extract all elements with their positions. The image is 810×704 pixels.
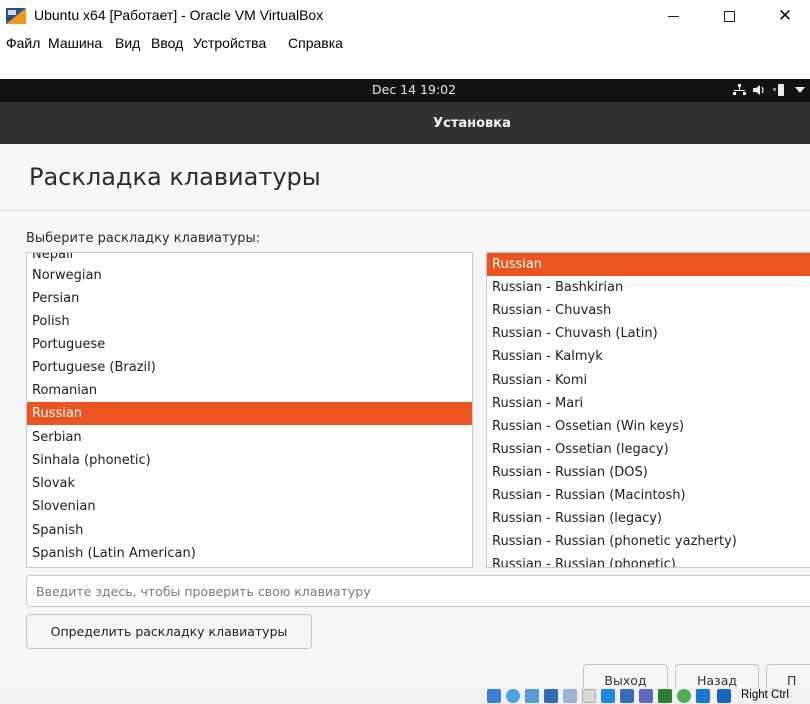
variant-list[interactable]: Russian Russian - Bashkirian Russian - C… <box>486 252 810 568</box>
layout-item[interactable]: Norwegian <box>27 264 472 287</box>
shared-folders-icon[interactable] <box>582 689 596 703</box>
variant-item[interactable]: Russian - Chuvash <box>487 299 810 322</box>
network-adapter-icon[interactable] <box>544 689 558 703</box>
variant-item[interactable]: Russian - Ossetian (Win keys) <box>487 415 810 438</box>
variant-item-selected[interactable]: Russian <box>487 253 810 276</box>
layout-list[interactable]: Nepali Norwegian Persian Polish Portugue… <box>26 252 473 568</box>
menu-machine[interactable]: Машина <box>48 35 102 51</box>
optical-drive-icon[interactable] <box>506 689 520 703</box>
virtualization-icon[interactable] <box>677 689 691 703</box>
variant-item[interactable]: Russian - Kalmyk <box>487 345 810 368</box>
layout-item[interactable]: Portuguese (Brazil) <box>27 356 472 379</box>
layout-item[interactable]: Slovenian <box>27 495 472 518</box>
recording-icon[interactable] <box>620 689 634 703</box>
vrde-icon[interactable] <box>639 689 653 703</box>
close-button[interactable]: ✕ <box>762 0 808 32</box>
minimize-button[interactable] <box>650 0 696 32</box>
detect-layout-button[interactable]: Определить раскладку клавиатуры <box>26 614 312 649</box>
variant-item[interactable]: Russian - Ossetian (legacy) <box>487 438 810 461</box>
host-key-arrow-icon[interactable] <box>717 689 731 703</box>
layout-item[interactable]: Spanish (Latin American) <box>27 542 472 565</box>
variant-item[interactable]: Russian - Russian (phonetic) <box>487 553 810 567</box>
maximize-button[interactable] <box>706 0 752 32</box>
menu-view[interactable]: Вид <box>115 35 140 51</box>
layout-item[interactable]: Persian <box>27 287 472 310</box>
variant-item[interactable]: Russian - Russian (DOS) <box>487 461 810 484</box>
window-title: Ubuntu x64 [Работает] - Oracle VM Virtua… <box>34 7 324 23</box>
volume-icon[interactable] <box>753 84 767 96</box>
audio-icon[interactable] <box>525 689 539 703</box>
network-icon[interactable] <box>733 84 746 96</box>
clock[interactable]: Dec 14 19:02 <box>372 82 456 97</box>
variant-item[interactable]: Russian - Russian (legacy) <box>487 507 810 530</box>
variant-item[interactable]: Russian - Mari <box>487 392 810 415</box>
host-key-label: Right Ctrl <box>741 689 789 701</box>
layout-item[interactable]: Romanian <box>27 379 472 402</box>
system-menu-chevron-icon[interactable] <box>795 87 805 93</box>
variant-item[interactable]: Russian - Bashkirian <box>487 276 810 299</box>
hard-disk-icon[interactable] <box>487 689 501 703</box>
window-titlebar: Ubuntu x64 [Работает] - Oracle VM Virtua… <box>0 0 810 32</box>
variant-item[interactable]: Russian - Chuvash (Latin) <box>487 322 810 345</box>
layout-item[interactable]: Polish <box>27 310 472 333</box>
layout-item[interactable]: Spanish <box>27 519 472 542</box>
display-icon[interactable] <box>601 689 615 703</box>
layout-item[interactable]: Serbian <box>27 426 472 449</box>
keyboard-test-input[interactable] <box>26 575 810 607</box>
virtualbox-app-icon <box>6 8 26 24</box>
variant-item[interactable]: Russian - Russian (phonetic yazherty) <box>487 530 810 553</box>
menu-file[interactable]: Файл <box>6 35 40 51</box>
menu-devices[interactable]: Устройства <box>193 35 266 51</box>
page-title: Раскладка клавиатуры <box>29 163 321 191</box>
menu-help[interactable]: Справка <box>288 35 343 51</box>
variant-item[interactable]: Russian - Komi <box>487 369 810 392</box>
layout-item[interactable]: Portuguese <box>27 333 472 356</box>
mouse-integration-icon[interactable] <box>696 689 710 703</box>
close-icon: ✕ <box>777 6 793 26</box>
cpu-icon[interactable] <box>658 689 672 703</box>
layout-prompt-label: Выберите раскладку клавиатуры: <box>26 231 261 246</box>
menu-input[interactable]: Ввод <box>151 35 183 51</box>
installer-title: Установка <box>433 116 511 131</box>
layout-item[interactable]: Sinhala (phonetic) <box>27 449 472 472</box>
battery-icon[interactable] <box>773 83 787 97</box>
layout-item[interactable]: Slovak <box>27 472 472 495</box>
maximize-icon <box>723 10 735 22</box>
variant-item[interactable]: Russian - Russian (Macintosh) <box>487 484 810 507</box>
minimize-icon <box>667 15 679 17</box>
layout-item-selected[interactable]: Russian <box>27 402 472 425</box>
menubar: Файл Машина Вид Ввод Устройства Справка <box>0 32 810 54</box>
usb-icon[interactable] <box>563 689 577 703</box>
